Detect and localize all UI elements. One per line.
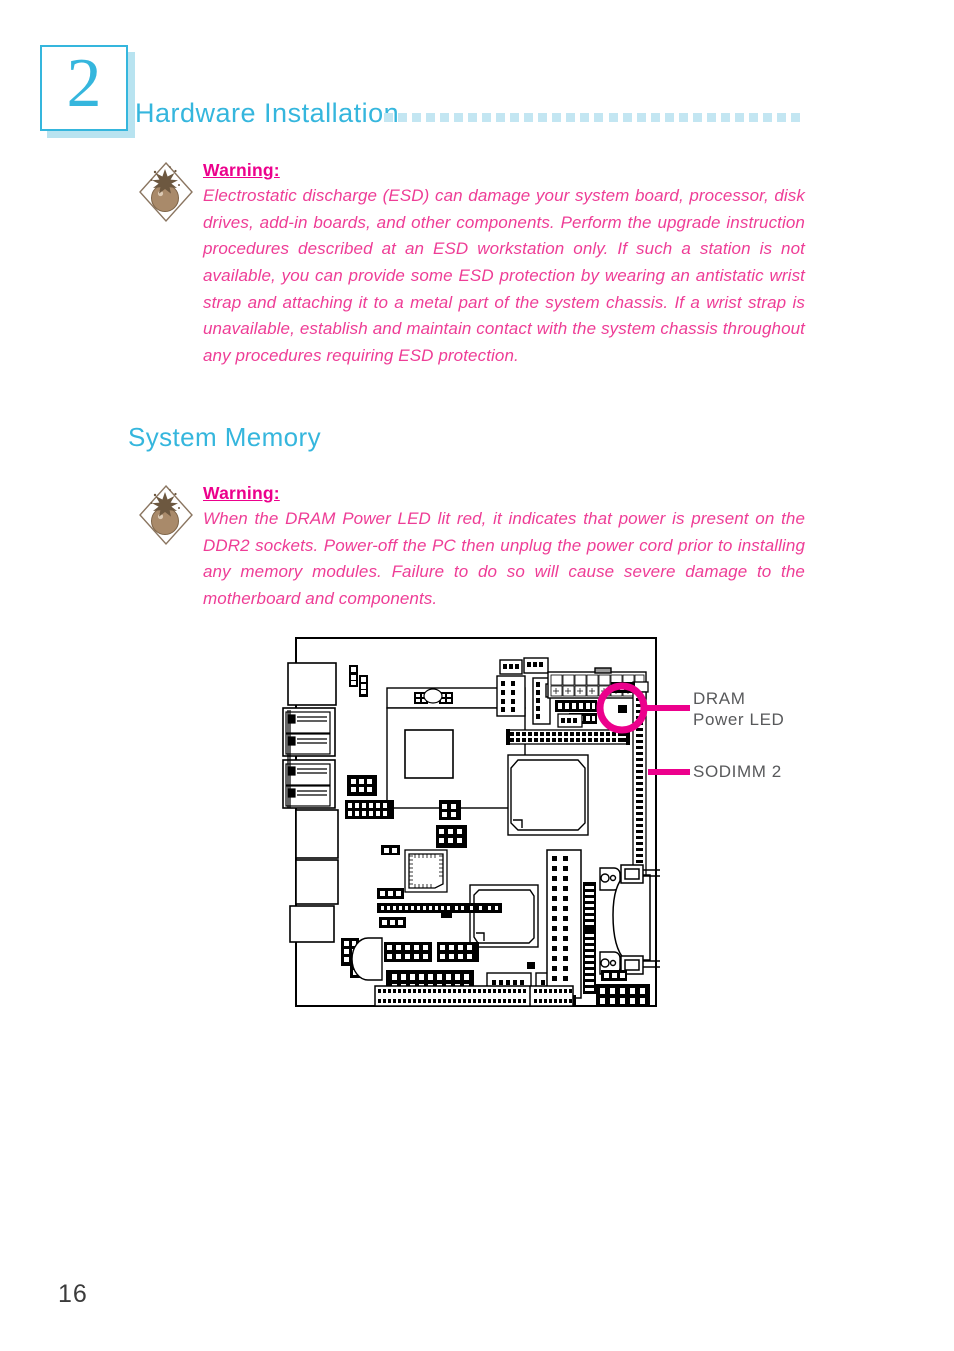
header-dot xyxy=(762,112,772,122)
warning-dram-title: Warning: xyxy=(203,483,280,503)
warning-esd-title: Warning: xyxy=(203,160,280,180)
header-dot-rule xyxy=(384,111,800,123)
header-dot xyxy=(650,112,660,122)
header-dot xyxy=(776,112,786,122)
header-dot xyxy=(636,112,646,122)
bomb-warning-icon xyxy=(137,483,195,547)
warning-dram-text: When the DRAM Power LED lit red, it indi… xyxy=(203,509,805,608)
header-dot xyxy=(748,112,758,122)
header-dot xyxy=(734,112,744,122)
header-dot xyxy=(384,112,393,122)
section-heading-system-memory: System Memory xyxy=(128,422,322,452)
page-number: 16 xyxy=(58,1280,88,1308)
system-board-figure: DRAM Power LED SODIMM 2 xyxy=(0,620,954,1030)
header-dot xyxy=(580,112,590,122)
header-dot xyxy=(790,112,800,122)
header-dot xyxy=(468,112,478,122)
header-dot xyxy=(608,112,618,122)
chapter-badge: 2 xyxy=(40,45,128,131)
callout-sodimm-line1: SODIMM 2 xyxy=(693,762,782,781)
header-dot xyxy=(706,112,716,122)
warning-esd-text: Electrostatic discharge (ESD) can damage… xyxy=(203,186,805,365)
page-header: 2 Hardware Installation xyxy=(0,0,954,150)
header-dot xyxy=(720,112,730,122)
header-dot xyxy=(510,112,520,122)
dram-power-led xyxy=(618,705,627,713)
callout-dram-line1: DRAM xyxy=(693,689,746,708)
header-dot xyxy=(552,112,562,122)
callout-sodimm-2: SODIMM 2 xyxy=(693,761,782,782)
header-dot xyxy=(538,112,548,122)
bomb-warning-icon xyxy=(137,160,195,224)
header-dot xyxy=(566,112,576,122)
header-dot xyxy=(412,112,422,122)
warning-dram-body: Warning: When the DRAM Power LED lit red… xyxy=(203,483,805,613)
chapter-number: 2 xyxy=(66,45,102,122)
header-dot xyxy=(398,112,408,122)
header-dot xyxy=(594,112,604,122)
header-dot xyxy=(524,112,534,122)
header-dot xyxy=(622,112,632,122)
callout-dram-power-led: DRAM Power LED xyxy=(693,688,784,730)
warning-esd-body: Warning: Electrostatic discharge (ESD) c… xyxy=(203,160,805,369)
header-dot xyxy=(678,112,688,122)
header-dot xyxy=(496,112,506,122)
header-dot xyxy=(440,112,450,122)
page-title: Hardware Installation xyxy=(135,98,400,128)
header-dot xyxy=(692,112,702,122)
header-dot xyxy=(482,112,492,122)
header-dot xyxy=(454,112,464,122)
header-dot xyxy=(664,112,674,122)
callout-dram-line2: Power LED xyxy=(693,710,785,729)
header-dot xyxy=(426,112,436,122)
